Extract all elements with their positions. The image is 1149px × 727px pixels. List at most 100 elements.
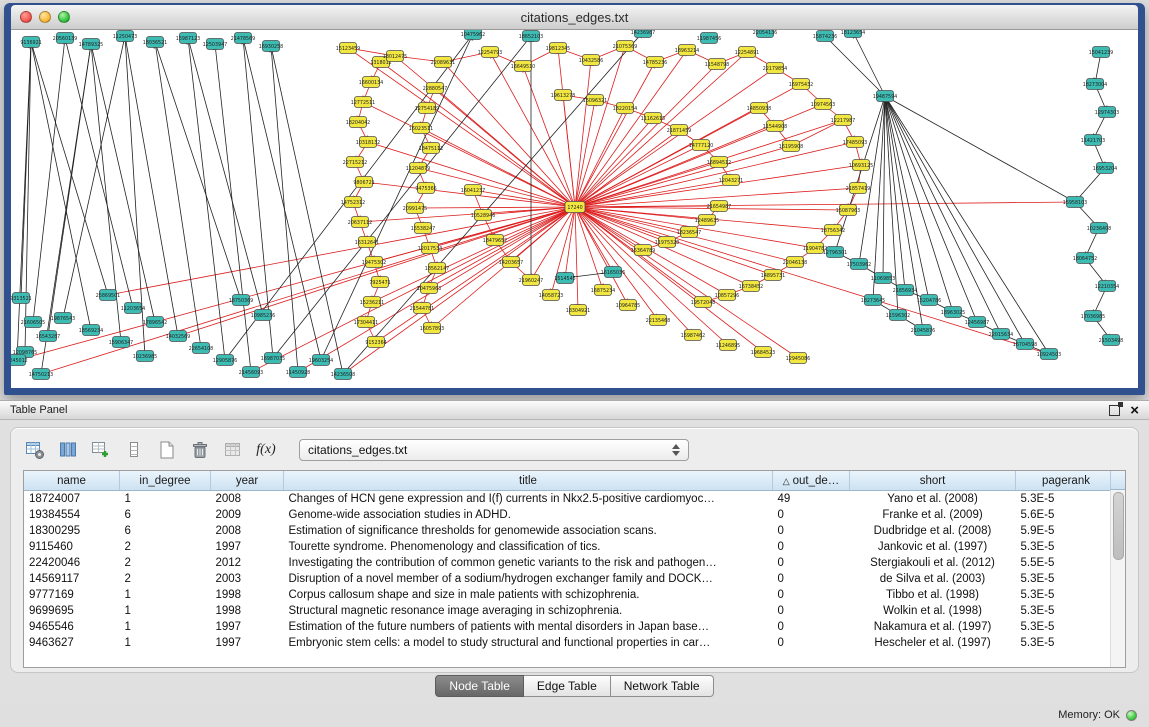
trash-icon (190, 440, 210, 460)
column-header-in-degree[interactable]: in_degree (120, 471, 211, 491)
graph-node-label: 18012475 (383, 54, 407, 60)
citation-edge-black[interactable] (859, 96, 885, 264)
citation-edge-red[interactable] (17, 207, 575, 360)
citation-edge-red[interactable] (575, 207, 693, 335)
citation-edge-red[interactable] (575, 130, 679, 207)
citation-edge-red[interactable] (41, 207, 575, 374)
table-row[interactable]: 969969511998Structural magnetic resonanc… (24, 603, 1117, 619)
graph-node-label: 14789325 (79, 42, 103, 48)
citation-edge-red[interactable] (473, 190, 575, 207)
graph-node-label: 9475366 (415, 186, 436, 192)
column-header-short[interactable]: short (850, 471, 1016, 491)
citation-edge-red[interactable] (575, 118, 653, 207)
zoom-window-button[interactable] (58, 11, 70, 23)
citation-edge-red[interactable] (575, 46, 625, 207)
citation-edge-red[interactable] (565, 207, 575, 278)
citation-edge-black[interactable] (825, 36, 885, 96)
show-columns-button[interactable] (54, 437, 82, 463)
citation-edge-black[interactable] (33, 38, 65, 322)
graph-node-label: 21960247 (519, 278, 543, 284)
column-header-out-degree[interactable]: △out_de… (773, 471, 850, 491)
graph-node-label: 18756342 (821, 228, 845, 234)
show-columns-icon (58, 440, 78, 460)
tab-network-table[interactable]: Network Table (611, 675, 714, 697)
new-file-button[interactable] (153, 437, 181, 463)
table-panel-header[interactable]: Table Panel × (0, 400, 1149, 420)
cell-short: Hescheler et al. (1997) (850, 635, 1016, 651)
table-row[interactable]: 2242004622012Investigating the contribut… (24, 555, 1117, 571)
citation-edge-black[interactable] (188, 38, 263, 315)
citation-edge-red[interactable] (575, 207, 1049, 354)
column-header-title[interactable]: title (284, 471, 773, 491)
citation-edge-black[interactable] (853, 32, 885, 96)
citation-edge-red[interactable] (575, 108, 625, 207)
graph-node-label: 14752312 (341, 200, 365, 206)
graph-node-label: 15874236 (813, 34, 837, 40)
table-row[interactable]: 1938455462009Genome-wide association stu… (24, 507, 1117, 523)
citation-edge-red[interactable] (575, 207, 578, 310)
graph-node-label: 12254891 (735, 50, 759, 56)
citation-edge-red[interactable] (343, 207, 575, 374)
citation-edge-red[interactable] (575, 202, 1075, 207)
cell-in_degree: 1 (120, 619, 211, 635)
network-canvas[interactable]: 1724013180121660013412772511182040421031… (11, 30, 1138, 388)
function-builder-button[interactable]: f(x) (252, 437, 280, 463)
citation-edge-black[interactable] (125, 36, 178, 336)
citation-edge-black[interactable] (17, 42, 31, 360)
citation-edge-red[interactable] (421, 128, 575, 207)
tab-edge-table[interactable]: Edge Table (524, 675, 611, 697)
citation-edge-black[interactable] (321, 34, 473, 360)
column-chooser-button[interactable] (120, 437, 148, 463)
minimize-window-button[interactable] (39, 11, 51, 23)
vertical-scrollbar[interactable] (1110, 490, 1125, 667)
citation-edge-red[interactable] (108, 207, 575, 295)
citation-edge-red[interactable] (348, 48, 575, 207)
graph-node-label: 16738452 (739, 284, 763, 290)
citation-edge-red[interactable] (376, 207, 575, 342)
table-row[interactable]: 946362711997Embryonic stem cells: a mode… (24, 635, 1117, 651)
citation-edge-red[interactable] (368, 142, 575, 207)
graph-node-label: 14058723 (539, 293, 563, 299)
table-row[interactable]: 1830029562008Estimation of significance … (24, 523, 1117, 539)
table-row[interactable]: 977716911998Corpus callosum shape and si… (24, 587, 1117, 603)
citation-edge-red[interactable] (575, 68, 775, 207)
table-row[interactable]: 946554611997Estimation of the future num… (24, 619, 1117, 635)
graph-node-label: 11544908 (763, 124, 787, 130)
citation-edge-red[interactable] (575, 146, 791, 207)
close-window-button[interactable] (20, 11, 32, 23)
close-panel-icon[interactable]: × (1130, 403, 1139, 418)
graph-node-label: 22046138 (783, 260, 807, 266)
tab-node-table[interactable]: Node Table (435, 675, 524, 697)
sort-ascending-icon: △ (783, 476, 790, 486)
citation-edge-black[interactable] (91, 44, 155, 322)
delete-button[interactable] (186, 437, 214, 463)
citation-edge-red[interactable] (415, 207, 575, 208)
citation-edge-black[interactable] (31, 42, 91, 330)
citation-edge-red[interactable] (575, 126, 775, 207)
citation-edge-red[interactable] (575, 207, 763, 352)
graph-node-label: 14236508 (331, 372, 355, 378)
citation-edge-red[interactable] (490, 52, 575, 207)
citation-edge-black[interactable] (31, 42, 108, 295)
citation-edge-black[interactable] (155, 42, 241, 300)
column-header-year[interactable]: year (211, 471, 284, 491)
import-table-button[interactable] (219, 437, 247, 463)
citation-edge-black[interactable] (25, 42, 31, 352)
graph-node-label: 16041237 (461, 188, 485, 194)
create-column-button[interactable] (87, 437, 115, 463)
table-settings-button[interactable] (21, 437, 49, 463)
float-panel-icon[interactable] (1109, 405, 1120, 416)
network-window-titlebar[interactable]: citations_edges.txt (11, 5, 1138, 30)
scrollbar-thumb[interactable] (1113, 492, 1124, 560)
table-row[interactable]: 911546021997Tourette syndrome. Phenomeno… (24, 539, 1117, 555)
table-row[interactable]: 1456911722003Disruption of a novel membe… (24, 571, 1117, 587)
column-header-pagerank[interactable]: pagerank (1016, 471, 1117, 491)
citation-edge-black[interactable] (271, 46, 343, 374)
graph-node-label: 14785236 (643, 60, 667, 66)
citation-edge-red[interactable] (575, 180, 731, 207)
citation-edge-black[interactable] (885, 96, 1001, 334)
citation-edge-black[interactable] (885, 96, 929, 300)
table-row[interactable]: 1872400712008Changes of HCN gene express… (24, 491, 1117, 508)
column-header-name[interactable]: name (24, 471, 120, 491)
network-file-select[interactable]: citations_edges.txt (299, 439, 689, 461)
